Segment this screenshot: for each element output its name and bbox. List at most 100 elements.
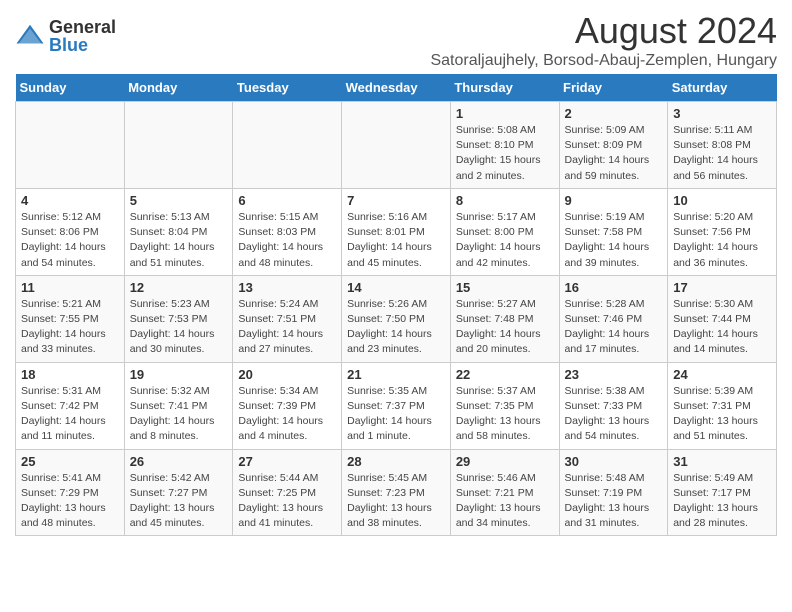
day-info: Sunrise: 5:20 AM Sunset: 7:56 PM Dayligh…: [673, 211, 758, 269]
day-number: 9: [565, 193, 663, 208]
calendar-cell: 31 Sunrise: 5:49 AM Sunset: 7:17 PM Dayli…: [668, 449, 777, 536]
day-info: Sunrise: 5:19 AM Sunset: 7:58 PM Dayligh…: [565, 211, 650, 269]
calendar-cell: 27Sunrise: 5:44 AM Sunset: 7:25 PM Dayli…: [233, 449, 342, 536]
calendar-cell: 1 Sunrise: 5:08 AM Sunset: 8:10 PM Daylig…: [450, 102, 559, 189]
day-info: Sunrise: 5:39 AM Sunset: 7:31 PM Dayligh…: [673, 385, 758, 443]
day-info: Sunrise: 5:11 AM Sunset: 8:08 PM Dayligh…: [673, 124, 758, 182]
title-block: August 2024 Satoraljaujhely, Borsod-Abau…: [430, 10, 777, 70]
calendar-cell: 28 Sunrise: 5:45 AM Sunset: 7:23 PM Dayli…: [342, 449, 451, 536]
day-number: 14: [347, 280, 445, 295]
calendar-cell: 3 Sunrise: 5:11 AM Sunset: 8:08 PM Daylig…: [668, 102, 777, 189]
calendar-cell: 13 Sunrise: 5:24 AM Sunset: 7:51 PM Dayli…: [233, 275, 342, 362]
calendar-cell: 23 Sunrise: 5:38 AM Sunset: 7:33 PM Dayli…: [559, 362, 668, 449]
calendar-cell: 4 Sunrise: 5:12 AM Sunset: 8:06 PM Daylig…: [16, 188, 125, 275]
day-info: Sunrise: 5:44 AM Sunset: 7:25 PM Dayligh…: [238, 472, 323, 530]
logo: General Blue: [15, 18, 116, 54]
day-info: Sunrise: 5:23 AM Sunset: 7:53 PM Dayligh…: [130, 298, 215, 356]
day-info: Sunrise: 5:26 AM Sunset: 7:50 PM Dayligh…: [347, 298, 432, 356]
day-info: Sunrise: 5:31 AM Sunset: 7:42 PM Dayligh…: [21, 385, 106, 443]
calendar-cell: 10Sunrise: 5:20 AM Sunset: 7:56 PM Dayli…: [668, 188, 777, 275]
day-number: 4: [21, 193, 119, 208]
day-info: Sunrise: 5:08 AM Sunset: 8:10 PM Dayligh…: [456, 124, 541, 182]
day-info: Sunrise: 5:17 AM Sunset: 8:00 PM Dayligh…: [456, 211, 541, 269]
day-number: 3: [673, 106, 771, 121]
day-number: 26: [130, 454, 228, 469]
day-info: Sunrise: 5:38 AM Sunset: 7:33 PM Dayligh…: [565, 385, 650, 443]
day-info: Sunrise: 5:41 AM Sunset: 7:29 PM Dayligh…: [21, 472, 106, 530]
calendar-cell: [342, 102, 451, 189]
day-info: Sunrise: 5:48 AM Sunset: 7:19 PM Dayligh…: [565, 472, 650, 530]
calendar-cell: 24 Sunrise: 5:39 AM Sunset: 7:31 PM Dayli…: [668, 362, 777, 449]
day-number: 1: [456, 106, 554, 121]
day-info: Sunrise: 5:16 AM Sunset: 8:01 PM Dayligh…: [347, 211, 432, 269]
day-number: 6: [238, 193, 336, 208]
day-number: 18: [21, 367, 119, 382]
day-number: 16: [565, 280, 663, 295]
calendar-cell: 2 Sunrise: 5:09 AM Sunset: 8:09 PM Daylig…: [559, 102, 668, 189]
day-info: Sunrise: 5:28 AM Sunset: 7:46 PM Dayligh…: [565, 298, 650, 356]
day-info: Sunrise: 5:42 AM Sunset: 7:27 PM Dayligh…: [130, 472, 215, 530]
calendar-cell: [233, 102, 342, 189]
day-header-sunday: Sunday: [16, 74, 125, 102]
calendar-cell: 25Sunrise: 5:41 AM Sunset: 7:29 PM Dayli…: [16, 449, 125, 536]
calendar-cell: 29 Sunrise: 5:46 AM Sunset: 7:21 PM Dayli…: [450, 449, 559, 536]
logo-blue: Blue: [49, 36, 116, 54]
day-info: Sunrise: 5:37 AM Sunset: 7:35 PM Dayligh…: [456, 385, 541, 443]
calendar-cell: 5 Sunrise: 5:13 AM Sunset: 8:04 PM Daylig…: [124, 188, 233, 275]
day-number: 23: [565, 367, 663, 382]
subtitle: Satoraljaujhely, Borsod-Abauj-Zemplen, H…: [430, 52, 777, 70]
day-info: Sunrise: 5:27 AM Sunset: 7:48 PM Dayligh…: [456, 298, 541, 356]
day-number: 21: [347, 367, 445, 382]
calendar-cell: 11 Sunrise: 5:21 AM Sunset: 7:55 PM Dayli…: [16, 275, 125, 362]
calendar-cell: 8 Sunrise: 5:17 AM Sunset: 8:00 PM Daylig…: [450, 188, 559, 275]
day-number: 11: [21, 280, 119, 295]
calendar-cell: [124, 102, 233, 189]
day-number: 5: [130, 193, 228, 208]
calendar-cell: 9 Sunrise: 5:19 AM Sunset: 7:58 PM Daylig…: [559, 188, 668, 275]
day-info: Sunrise: 5:49 AM Sunset: 7:17 PM Dayligh…: [673, 472, 758, 530]
day-info: Sunrise: 5:24 AM Sunset: 7:51 PM Dayligh…: [238, 298, 323, 356]
day-number: 20: [238, 367, 336, 382]
day-info: Sunrise: 5:34 AM Sunset: 7:39 PM Dayligh…: [238, 385, 323, 443]
week-row-5: 25Sunrise: 5:41 AM Sunset: 7:29 PM Dayli…: [16, 449, 777, 536]
day-number: 13: [238, 280, 336, 295]
day-number: 15: [456, 280, 554, 295]
header: General Blue August 2024 Satoraljaujhely…: [15, 10, 777, 70]
day-number: 2: [565, 106, 663, 121]
day-number: 31: [673, 454, 771, 469]
day-info: Sunrise: 5:21 AM Sunset: 7:55 PM Dayligh…: [21, 298, 106, 356]
day-info: Sunrise: 5:46 AM Sunset: 7:21 PM Dayligh…: [456, 472, 541, 530]
day-header-friday: Friday: [559, 74, 668, 102]
day-number: 19: [130, 367, 228, 382]
day-number: 22: [456, 367, 554, 382]
day-info: Sunrise: 5:45 AM Sunset: 7:23 PM Dayligh…: [347, 472, 432, 530]
day-info: Sunrise: 5:32 AM Sunset: 7:41 PM Dayligh…: [130, 385, 215, 443]
calendar-cell: 14 Sunrise: 5:26 AM Sunset: 7:50 PM Dayli…: [342, 275, 451, 362]
calendar-cell: 6Sunrise: 5:15 AM Sunset: 8:03 PM Daylig…: [233, 188, 342, 275]
day-number: 29: [456, 454, 554, 469]
day-number: 28: [347, 454, 445, 469]
logo-icon: [15, 21, 45, 51]
calendar-cell: 7Sunrise: 5:16 AM Sunset: 8:01 PM Daylig…: [342, 188, 451, 275]
day-number: 8: [456, 193, 554, 208]
day-header-tuesday: Tuesday: [233, 74, 342, 102]
week-row-3: 11 Sunrise: 5:21 AM Sunset: 7:55 PM Dayli…: [16, 275, 777, 362]
calendar-cell: 17Sunrise: 5:30 AM Sunset: 7:44 PM Dayli…: [668, 275, 777, 362]
main-title: August 2024: [430, 10, 777, 52]
day-header-monday: Monday: [124, 74, 233, 102]
day-info: Sunrise: 5:13 AM Sunset: 8:04 PM Dayligh…: [130, 211, 215, 269]
day-info: Sunrise: 5:12 AM Sunset: 8:06 PM Dayligh…: [21, 211, 106, 269]
day-number: 24: [673, 367, 771, 382]
day-info: Sunrise: 5:09 AM Sunset: 8:09 PM Dayligh…: [565, 124, 650, 182]
calendar-cell: 26 Sunrise: 5:42 AM Sunset: 7:27 PM Dayli…: [124, 449, 233, 536]
day-number: 30: [565, 454, 663, 469]
calendar-cell: 16 Sunrise: 5:28 AM Sunset: 7:46 PM Dayli…: [559, 275, 668, 362]
week-row-2: 4 Sunrise: 5:12 AM Sunset: 8:06 PM Daylig…: [16, 188, 777, 275]
calendar-table: SundayMondayTuesdayWednesdayThursdayFrid…: [15, 74, 777, 536]
calendar-cell: 15 Sunrise: 5:27 AM Sunset: 7:48 PM Dayli…: [450, 275, 559, 362]
day-header-wednesday: Wednesday: [342, 74, 451, 102]
calendar-cell: [16, 102, 125, 189]
calendar-cell: 12Sunrise: 5:23 AM Sunset: 7:53 PM Dayli…: [124, 275, 233, 362]
days-header-row: SundayMondayTuesdayWednesdayThursdayFrid…: [16, 74, 777, 102]
calendar-cell: 20 Sunrise: 5:34 AM Sunset: 7:39 PM Dayli…: [233, 362, 342, 449]
